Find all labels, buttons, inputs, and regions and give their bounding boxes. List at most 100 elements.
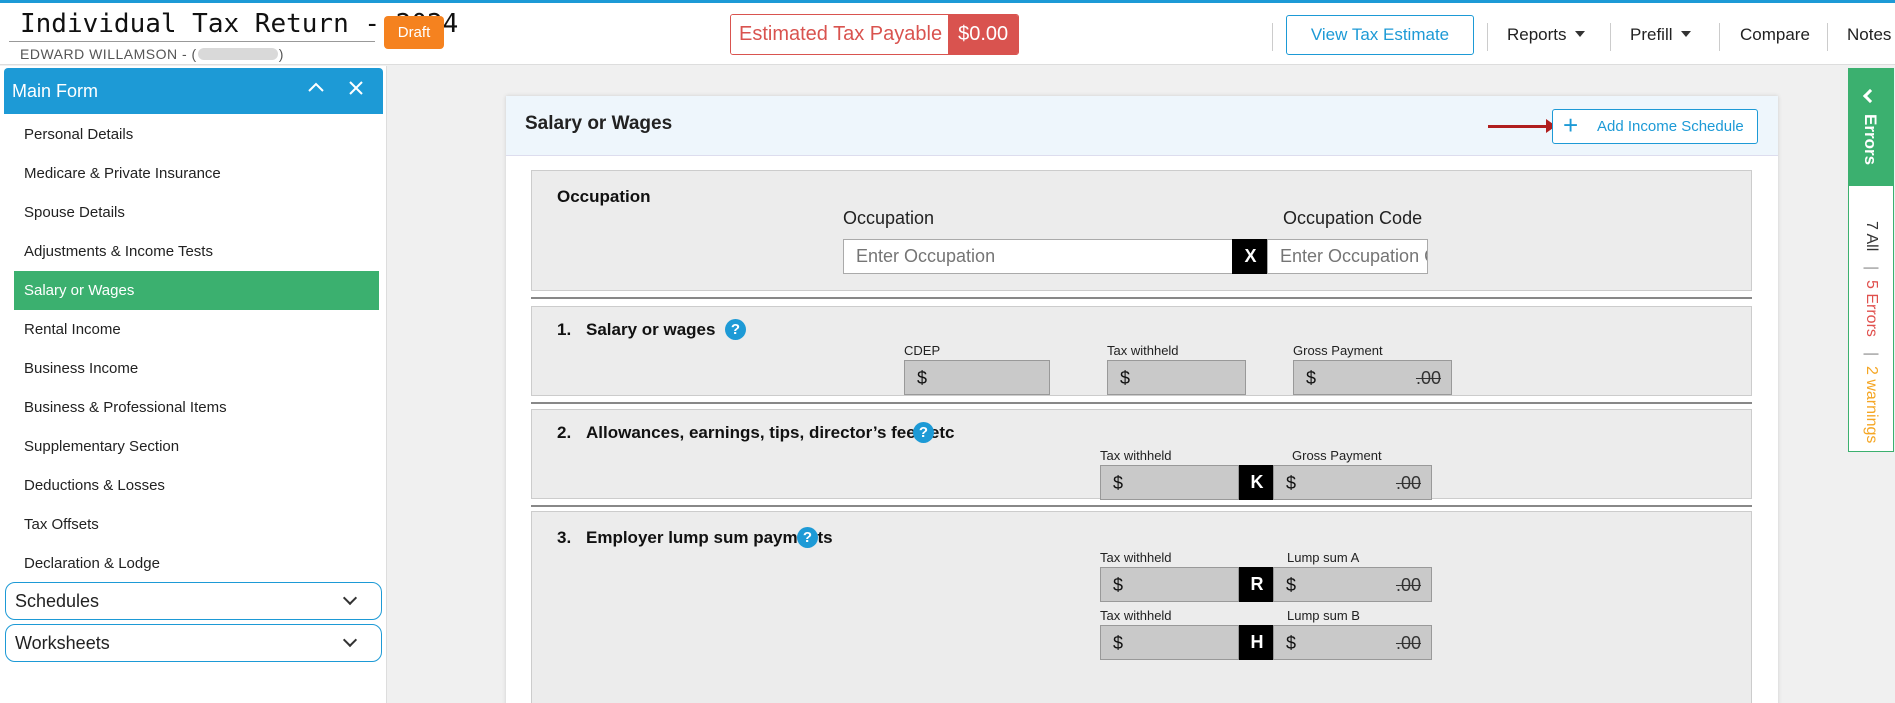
main-form-header[interactable]: Main Form xyxy=(4,68,383,114)
reports-label: Reports xyxy=(1507,25,1567,44)
worksheets-label: Worksheets xyxy=(15,633,110,653)
chevron-left-icon xyxy=(1862,88,1878,104)
item-title: Allowances, earnings, tips, director’s f… xyxy=(586,423,955,442)
main-content: Salary or Wages + Add Income Schedule Oc… xyxy=(388,66,1840,703)
label-h-badge: H xyxy=(1239,625,1275,660)
currency-symbol: $ xyxy=(1306,368,1317,388)
occupation-section: Occupation Occupation X Occupation Code xyxy=(531,170,1752,291)
main-form-nav: Personal Details Medicare & Private Insur… xyxy=(14,115,379,583)
item-number: 3. xyxy=(557,528,572,547)
salary-or-wages-section: 1. Salary or wages ? CDEP $ Tax withheld… xyxy=(531,306,1752,396)
add-income-schedule-button[interactable]: + Add Income Schedule xyxy=(1552,109,1758,144)
tax-withheld-b-input[interactable]: $ xyxy=(1100,625,1239,660)
errors-title: Errors xyxy=(1861,114,1880,166)
tax-withheld-input[interactable]: $ xyxy=(1100,465,1239,500)
sidebar-item-declaration-lodge[interactable]: Declaration & Lodge xyxy=(14,544,379,583)
sidebar-item-personal-details[interactable]: Personal Details xyxy=(14,115,379,154)
warning-count[interactable]: 2 warnings xyxy=(1862,366,1880,443)
caret-down-icon xyxy=(1680,31,1691,37)
sidebar-item-business-professional-items[interactable]: Business & Professional Items xyxy=(14,388,379,427)
chevron-down-icon xyxy=(342,590,358,606)
occupation-section-title: Occupation xyxy=(557,187,651,206)
client-name-text: EDWARD WILLAMSON - ( xyxy=(20,46,197,62)
tax-withheld-input[interactable]: $ xyxy=(1107,360,1246,395)
sidebar-item-business-income[interactable]: Business Income xyxy=(14,349,379,388)
item-number: 2. xyxy=(557,423,572,442)
sidebar-item-medicare-private-insurance[interactable]: Medicare & Private Insurance xyxy=(14,154,379,193)
cdep-label: CDEP xyxy=(904,343,941,358)
sidebar-item-salary-or-wages[interactable]: Salary or Wages xyxy=(14,271,379,310)
currency-symbol: $ xyxy=(1120,368,1131,388)
tax-payable-value: $0.00 xyxy=(948,15,1019,54)
tax-withheld-label: Tax withheld xyxy=(1100,550,1172,565)
tax-withheld-label: Tax withheld xyxy=(1100,608,1172,623)
errors-panel-tab[interactable]: Errors 7 All | 5 Errors | 2 warnings xyxy=(1848,68,1894,452)
compare-menu[interactable]: Compare xyxy=(1740,25,1810,45)
currency-symbol: $ xyxy=(1113,633,1124,653)
all-count[interactable]: 7 All xyxy=(1862,221,1880,251)
title-divider xyxy=(9,41,375,42)
cdep-input[interactable]: $ xyxy=(904,360,1050,395)
label-k-badge: K xyxy=(1239,465,1275,500)
close-icon[interactable] xyxy=(346,76,366,100)
gross-payment-label: Gross Payment xyxy=(1292,448,1382,463)
sidebar-item-spouse-details[interactable]: Spouse Details xyxy=(14,193,379,232)
lump-sum-a-input[interactable]: $ .00 xyxy=(1273,567,1432,602)
sidebar-item-deductions-losses[interactable]: Deductions & Losses xyxy=(14,466,379,505)
header-divider xyxy=(1610,23,1611,51)
divider: | xyxy=(1863,266,1880,271)
help-icon[interactable]: ? xyxy=(797,527,818,548)
reports-menu[interactable]: Reports xyxy=(1507,25,1585,45)
currency-symbol: $ xyxy=(1113,575,1124,595)
card-header: Salary or Wages + Add Income Schedule xyxy=(506,96,1778,156)
lump-sum-section: 3. Employer lump sum payments ? Tax with… xyxy=(531,511,1752,703)
tax-payable-label: Estimated Tax Payable xyxy=(731,15,949,54)
caret-down-icon xyxy=(1574,31,1585,37)
worksheets-accordion[interactable]: Worksheets xyxy=(5,624,382,662)
sidebar-item-supplementary-section[interactable]: Supplementary Section xyxy=(14,427,379,466)
currency-symbol: $ xyxy=(1286,575,1297,595)
sidebar-item-tax-offsets[interactable]: Tax Offsets xyxy=(14,505,379,544)
currency-symbol: $ xyxy=(1113,473,1124,493)
gross-payment-input[interactable]: $ .00 xyxy=(1293,360,1452,395)
occupation-code-label: Occupation Code xyxy=(1283,208,1423,228)
clear-occupation-button[interactable]: X xyxy=(1232,239,1269,274)
errors-tab-header[interactable]: Errors xyxy=(1848,68,1894,186)
gross-payment-input[interactable]: $ .00 xyxy=(1273,465,1432,500)
occupation-label: Occupation xyxy=(843,208,935,228)
main-form-label: Main Form xyxy=(12,81,99,101)
tax-withheld-a-input[interactable]: $ xyxy=(1100,567,1239,602)
cents-value: .00 xyxy=(1395,633,1421,653)
chevron-up-icon[interactable] xyxy=(306,76,326,100)
error-count[interactable]: 5 Errors xyxy=(1862,280,1880,337)
lump-sum-b-label: Lump sum B xyxy=(1287,608,1360,623)
help-icon[interactable]: ? xyxy=(725,319,746,340)
currency-symbol: $ xyxy=(1286,633,1297,653)
occupation-code-input[interactable] xyxy=(1267,239,1428,274)
header-divider xyxy=(1827,23,1828,51)
tax-withheld-label: Tax withheld xyxy=(1107,343,1179,358)
cents-value: .00 xyxy=(1415,368,1441,388)
notes-menu[interactable]: Notes xyxy=(1847,25,1891,45)
header-divider xyxy=(1272,23,1273,51)
lump-sum-b-input[interactable]: $ .00 xyxy=(1273,625,1432,660)
sidebar-item-adjustments-income-tests[interactable]: Adjustments & Income Tests xyxy=(14,232,379,271)
sidebar-item-rental-income[interactable]: Rental Income xyxy=(14,310,379,349)
prefill-menu[interactable]: Prefill xyxy=(1630,25,1691,45)
schedules-accordion[interactable]: Schedules xyxy=(5,582,382,620)
plus-icon: + xyxy=(1563,110,1579,140)
sidebar: Main Form Personal Details Medicare & Pri… xyxy=(0,66,387,703)
section-divider xyxy=(531,297,1752,299)
allowances-section: 2. Allowances, earnings, tips, director’… xyxy=(531,409,1752,500)
section-divider xyxy=(531,402,1752,404)
add-income-label: Add Income Schedule xyxy=(1597,118,1744,135)
client-name: EDWARD WILLAMSON - () xyxy=(20,46,284,62)
section-title: Salary or Wages xyxy=(525,113,673,134)
cents-value: .00 xyxy=(1395,575,1421,595)
redacted-tfn xyxy=(197,48,278,60)
divider: | xyxy=(1863,352,1880,357)
estimated-tax-payable: Estimated Tax Payable $0.00 xyxy=(730,14,1020,55)
view-tax-estimate-button[interactable]: View Tax Estimate xyxy=(1286,15,1474,55)
cents-value: .00 xyxy=(1395,473,1421,493)
help-icon[interactable]: ? xyxy=(913,422,934,443)
